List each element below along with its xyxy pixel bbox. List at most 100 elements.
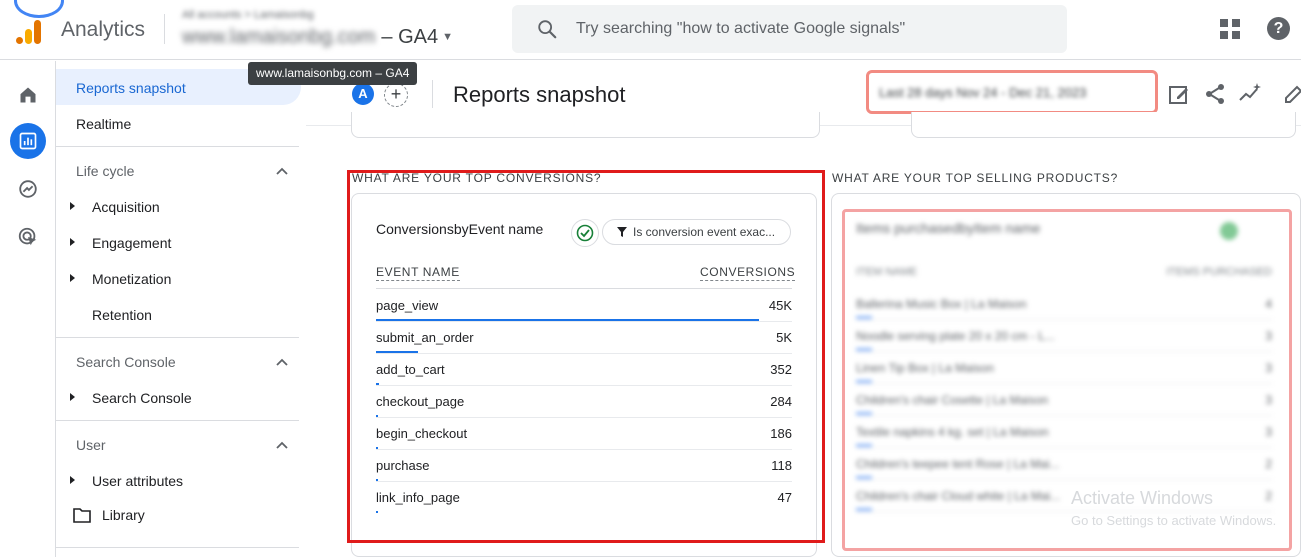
- sidebar-item-user-attributes[interactable]: User attributes: [92, 473, 183, 489]
- item-name-cell: Children's chair Cloud white | La Mai...: [856, 489, 1061, 503]
- page-title: Reports snapshot: [453, 82, 626, 107]
- column-header-event-name[interactable]: EVENT NAME: [376, 265, 460, 281]
- conversion-share-bar: [376, 511, 378, 513]
- date-range-text: Last 28 days Nov 24 - Dec 21, 2023: [879, 84, 1087, 100]
- section-search-console[interactable]: Search Console: [76, 354, 176, 370]
- expand-arrow-icon[interactable]: [70, 393, 75, 401]
- edit-pencil-icon[interactable]: [1282, 82, 1301, 106]
- filter-chip[interactable]: Is conversion event exac...: [602, 219, 791, 245]
- section-user[interactable]: User: [76, 437, 106, 453]
- share-icon[interactable]: [1203, 82, 1227, 106]
- products-table-header: ITEM NAME ITEMS PURCHASED: [856, 266, 1272, 278]
- conversions-value-cell: 47: [777, 490, 792, 505]
- table-row[interactable]: checkout_page 284: [376, 385, 792, 418]
- filter-icon: [617, 227, 627, 237]
- search-icon: [538, 20, 557, 39]
- folder-icon: [73, 508, 91, 523]
- search-bar[interactable]: [512, 5, 1067, 53]
- table-row[interactable]: Children's teepee tent Rose | La Mai... 2: [856, 448, 1272, 480]
- advertising-icon[interactable]: [10, 219, 46, 255]
- column-header-conversions[interactable]: CONVERSIONS: [700, 265, 796, 281]
- item-share-bar: [856, 348, 872, 351]
- event-name-cell: link_info_page: [376, 490, 460, 505]
- verified-check-icon[interactable]: [1220, 222, 1238, 240]
- products-card-title: Items purchasedbyItem name: [856, 220, 1041, 236]
- insights-icon[interactable]: [1238, 82, 1262, 106]
- sidebar-item-monetization[interactable]: Monetization: [92, 271, 171, 287]
- sidebar-divider: [56, 337, 299, 338]
- event-name-cell: add_to_cart: [376, 362, 445, 377]
- table-row[interactable]: Ballerina Music Box | La Maison 4: [856, 288, 1272, 320]
- sidebar-item-library[interactable]: Library: [102, 507, 145, 523]
- table-row[interactable]: link_info_page 47: [376, 481, 792, 513]
- item-share-bar: [856, 380, 872, 383]
- expand-arrow-icon[interactable]: [70, 476, 75, 484]
- explore-icon[interactable]: [10, 171, 46, 207]
- home-icon[interactable]: [10, 77, 46, 113]
- table-row[interactable]: purchase 118: [376, 449, 792, 482]
- products-section-title: WHAT ARE YOUR TOP SELLING PRODUCTS?: [832, 171, 1119, 185]
- reports-sidebar: Reports snapshot Realtime Life cycle Acq…: [56, 61, 306, 557]
- app-name[interactable]: Analytics: [61, 18, 145, 42]
- section-life-cycle[interactable]: Life cycle: [76, 163, 134, 179]
- left-nav-rail: [0, 61, 56, 557]
- property-selector[interactable]: www.lamaisonbg.com – GA4 ▼: [182, 25, 453, 49]
- item-name-cell: Children's teepee tent Rose | La Mai...: [856, 457, 1060, 471]
- chevron-up-icon[interactable]: [275, 438, 289, 452]
- account-breadcrumb[interactable]: All accounts > Lamaisonbg: [182, 9, 314, 21]
- item-name-cell: Textile napkins 4 kg. set | La Maison: [856, 425, 1049, 439]
- previous-card-bottom: [911, 112, 1296, 138]
- table-row[interactable]: Children's chair Cosette | La Maison 3: [856, 384, 1272, 416]
- column-header-items-purchased[interactable]: ITEMS PURCHASED: [1166, 266, 1272, 278]
- table-row[interactable]: Textile napkins 4 kg. set | La Maison 3: [856, 416, 1272, 448]
- customize-report-icon[interactable]: [1167, 82, 1191, 106]
- comparison-avatar[interactable]: A: [352, 83, 374, 105]
- items-purchased-cell: 3: [1265, 425, 1272, 439]
- table-row[interactable]: Noodle serving plate 20 x 20 cm - L... 3: [856, 320, 1272, 352]
- items-purchased-cell: 2: [1265, 489, 1272, 503]
- date-range-picker[interactable]: Last 28 days Nov 24 - Dec 21, 2023: [866, 70, 1158, 114]
- sidebar-item-label[interactable]: Reports snapshot: [76, 80, 186, 96]
- table-row[interactable]: begin_checkout 186: [376, 417, 792, 450]
- items-purchased-cell: 3: [1265, 393, 1272, 407]
- sidebar-item-acquisition[interactable]: Acquisition: [92, 199, 160, 215]
- chevron-up-icon[interactable]: [275, 355, 289, 369]
- sidebar-item-retention[interactable]: Retention: [92, 307, 152, 323]
- chevron-up-icon[interactable]: [275, 164, 289, 178]
- header-divider: [164, 14, 165, 44]
- search-input[interactable]: [576, 20, 1036, 38]
- conversions-value-cell: 284: [770, 394, 792, 409]
- expand-arrow-icon[interactable]: [70, 202, 75, 210]
- analytics-logo-icon[interactable]: [16, 18, 42, 44]
- add-comparison-button[interactable]: +: [384, 83, 408, 107]
- filter-chip-label: Is conversion event exac...: [633, 225, 776, 239]
- items-purchased-cell: 2: [1265, 457, 1272, 471]
- sidebar-item-search-console[interactable]: Search Console: [92, 390, 192, 406]
- verified-check-icon[interactable]: [571, 219, 599, 247]
- item-name-cell: Children's chair Cosette | La Maison: [856, 393, 1049, 407]
- item-share-bar: [856, 476, 872, 479]
- caret-down-icon: ▼: [442, 31, 454, 43]
- table-row[interactable]: add_to_cart 352: [376, 353, 792, 386]
- event-name-cell: begin_checkout: [376, 426, 468, 441]
- previous-card-bottom: [351, 112, 820, 138]
- item-name-cell: Linen Tip Box | La Maison: [856, 361, 994, 375]
- table-row[interactable]: Linen Tip Box | La Maison 3: [856, 352, 1272, 384]
- property-name: www.lamaisonbg.com: [182, 25, 376, 48]
- items-purchased-cell: 3: [1265, 329, 1272, 343]
- reports-icon[interactable]: [10, 123, 46, 159]
- expand-arrow-icon[interactable]: [70, 238, 75, 246]
- sidebar-item-engagement[interactable]: Engagement: [92, 235, 171, 251]
- conversions-value-cell: 118: [771, 458, 792, 473]
- help-icon[interactable]: ?: [1267, 17, 1290, 40]
- card-title: ConversionsbyEvent name: [376, 221, 544, 237]
- item-name-cell: Ballerina Music Box | La Maison: [856, 297, 1027, 311]
- focus-ring-decoration: [14, 0, 64, 18]
- table-row[interactable]: submit_an_order 5K: [376, 321, 792, 354]
- sidebar-item-realtime[interactable]: Realtime: [76, 116, 131, 132]
- table-row[interactable]: page_view 45K: [376, 289, 792, 322]
- header-separator: [432, 80, 433, 108]
- expand-arrow-icon[interactable]: [70, 274, 75, 282]
- apps-grid-icon[interactable]: [1220, 19, 1240, 39]
- column-header-item-name[interactable]: ITEM NAME: [856, 266, 917, 278]
